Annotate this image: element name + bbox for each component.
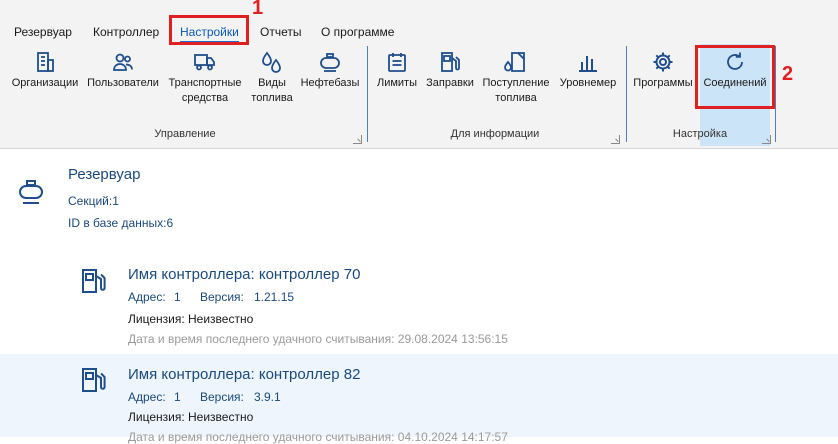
tab-controller[interactable]: Контроллер [93,24,159,41]
fuel-pump-icon [438,50,462,74]
building-icon [33,50,57,74]
level-gauge-button[interactable]: Уровнемер [555,44,621,124]
tab-tank[interactable]: Резервуар [14,24,72,41]
fuel-receipt-icon [504,50,528,74]
controller-version-label: Версия: [200,390,244,404]
limits-label: Лимиты [376,77,417,89]
controller-row[interactable]: Имя контроллера: контроллер 70 Адрес: 1 … [0,259,838,353]
tab-reports[interactable]: Отчеты [260,24,301,41]
tank-title: Резервуар [68,166,141,183]
controller-name: Имя контроллера: контроллер 70 [128,266,361,283]
controller-license: Лицензия: Неизвестно [128,312,254,326]
gear-icon [651,50,675,74]
annotation-marker-1: 1 [252,0,264,19]
refresh-icon [723,50,747,74]
group-separator [775,46,776,142]
fuel-pump-icon [82,368,106,392]
fuel-receipt-label: Поступление топлива [482,77,550,104]
controller-address-label: Адрес: [128,390,166,404]
group-launcher-info[interactable] [611,135,620,144]
content-area: Резервуар Секций:1 ID в базе данных:6 Им… [0,149,838,444]
vehicles-label: Транспортные средства [168,77,242,104]
users-icon [111,50,135,74]
group-launcher-management[interactable] [353,135,362,144]
tab-settings[interactable]: Настройки [180,24,239,43]
controller-name: Имя контроллера: контроллер 82 [128,366,361,383]
oil-depots-label: Нефтебазы [300,77,360,89]
annotation-marker-2: 2 [782,63,794,85]
organizations-button[interactable]: Организации [8,44,82,124]
organizations-label: Организации [11,77,79,89]
controller-last-read: Дата и время последнего удачного считыва… [128,430,508,444]
group-separator [367,46,368,142]
tab-about[interactable]: О программе [321,24,394,41]
group-separator [626,46,627,142]
users-button[interactable]: Пользователи [84,44,162,124]
group-label-info: Для информации [450,128,540,140]
controller-version: 1.21.15 [254,290,295,304]
group-label-settings: Настройка [672,128,728,140]
level-gauge-label: Уровнемер [559,77,617,89]
ribbon: Организации Пользователи Транспортные ср… [0,44,838,149]
refuelings-button[interactable]: Заправки [423,44,477,124]
fuel-drops-icon [260,50,284,74]
bar-chart-icon [576,50,600,74]
programs-label: Программы [633,77,693,89]
tank-db-id: ID в базе данных:6 [68,216,174,230]
menu-bar: Резервуар Контроллер Настройки Отчеты О … [0,0,838,44]
vehicles-button[interactable]: Транспортные средства [165,44,245,124]
programs-button[interactable]: Программы [632,44,694,124]
controller-address-label: Адрес: [128,290,166,304]
tank-icon [19,180,43,204]
fuel-receipt-button[interactable]: Поступление топлива [480,44,552,124]
tank-icon [318,50,342,74]
connections-label: Соединений [703,77,767,89]
refuelings-label: Заправки [426,77,474,89]
controller-version-label: Версия: [200,290,244,304]
users-label: Пользователи [87,77,159,89]
calendar-list-icon [385,50,409,74]
fuel-types-button[interactable]: Виды топлива [249,44,295,124]
oil-depots-button[interactable]: Нефтебазы [298,44,362,124]
group-label-management: Управление [154,128,216,140]
controller-address: 1 [174,290,181,304]
group-launcher-settings[interactable] [762,135,771,144]
controller-row[interactable]: Имя контроллера: контроллер 82 Адрес: 1 … [0,354,838,444]
tank-sections: Секций:1 [68,194,119,208]
truck-icon [193,50,217,74]
controller-address: 1 [174,390,181,404]
controller-last-read: Дата и время последнего удачного считыва… [128,332,508,346]
fuel-types-label: Виды топлива [251,77,293,104]
connections-button[interactable]: Соединений [700,44,770,124]
controller-version: 3.9.1 [254,390,281,404]
limits-button[interactable]: Лимиты [373,44,421,124]
controller-license: Лицензия: Неизвестно [128,410,254,424]
fuel-pump-icon [82,269,106,293]
